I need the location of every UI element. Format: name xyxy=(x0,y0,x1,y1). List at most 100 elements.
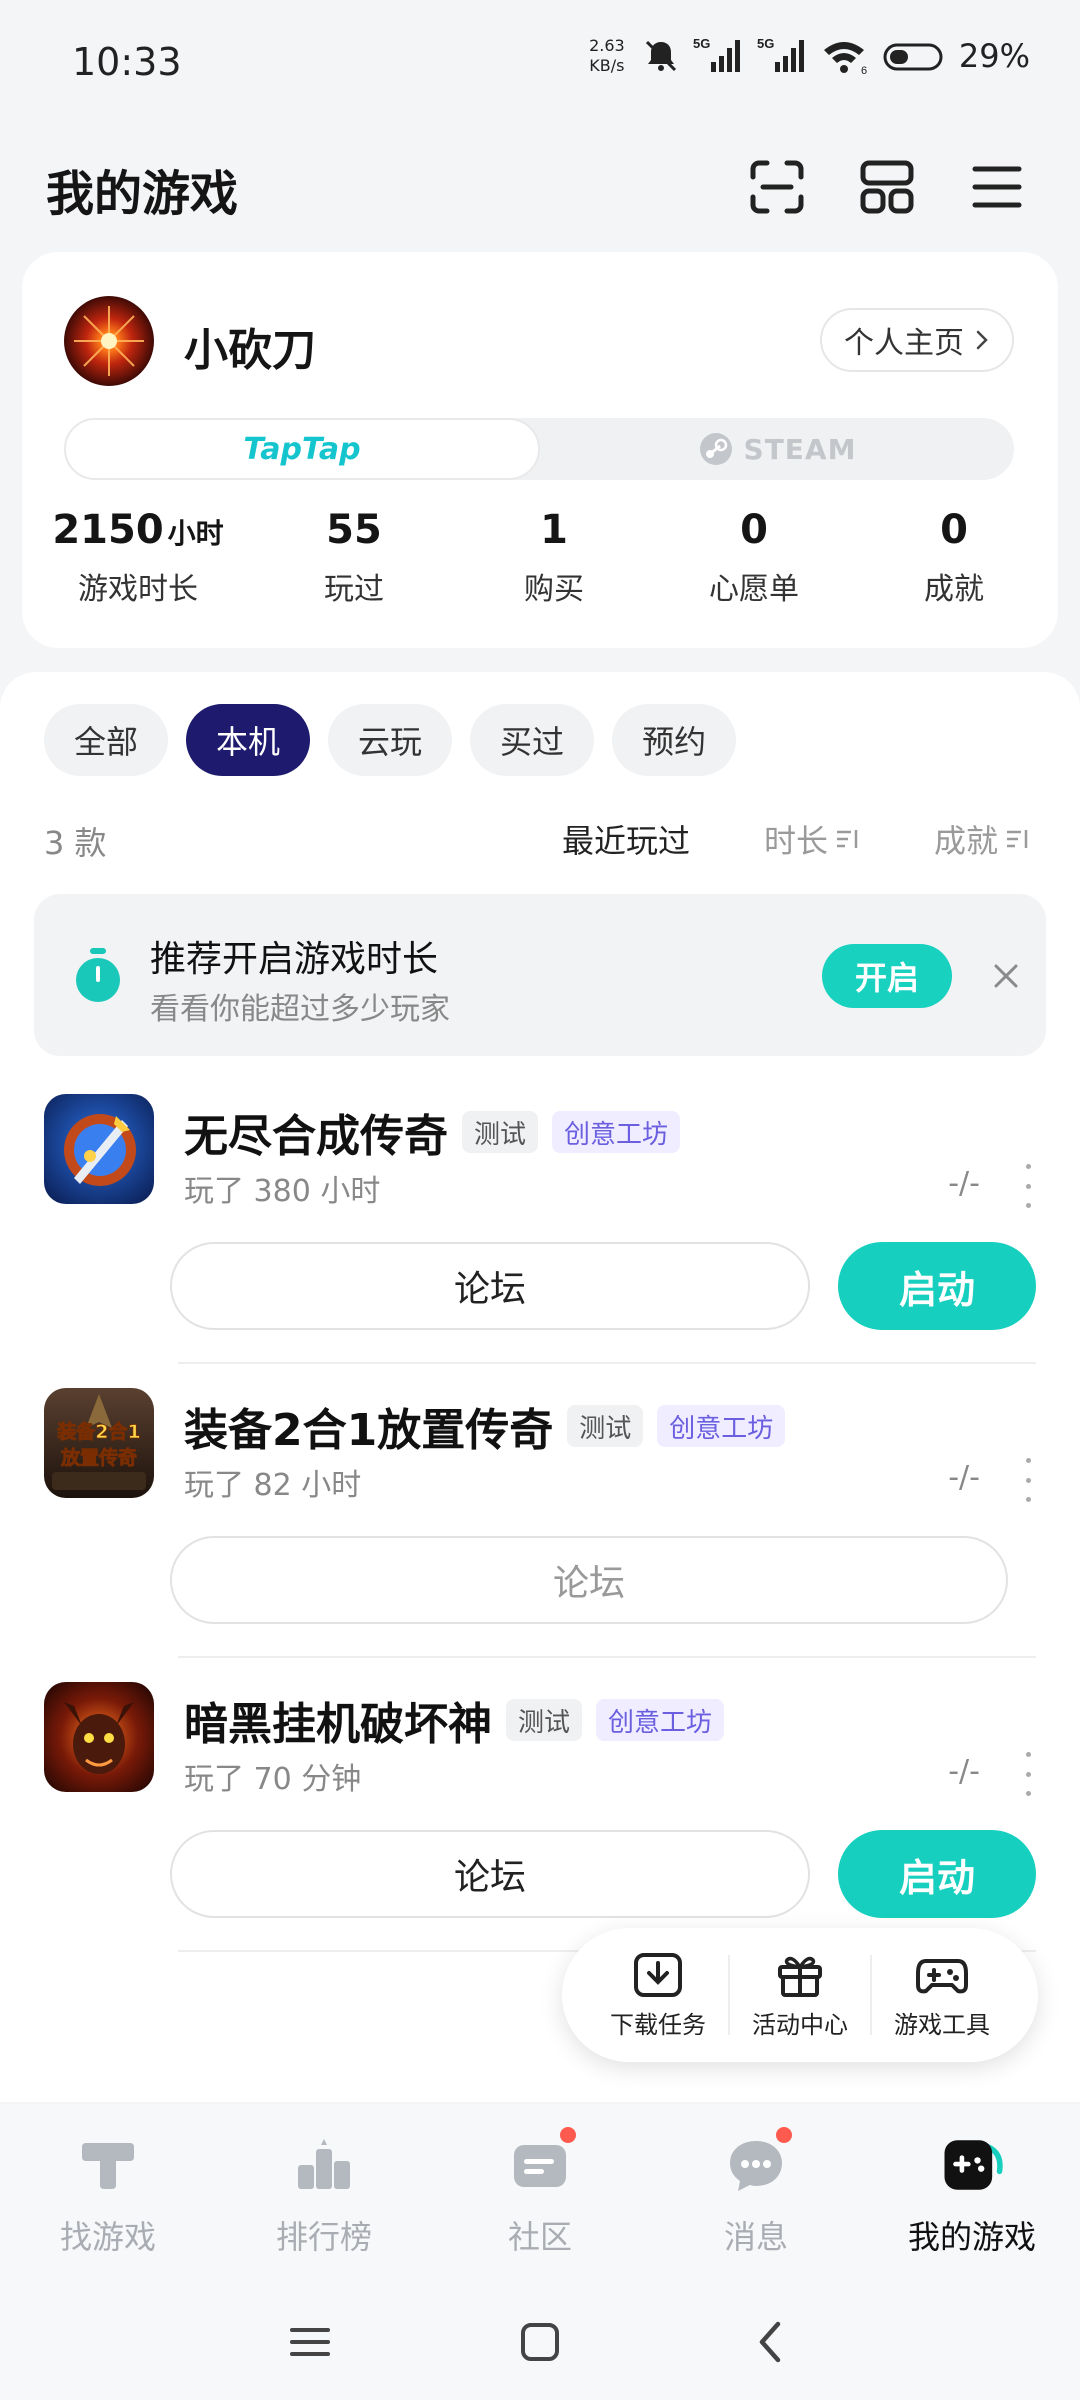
tag-test: 测试 xyxy=(506,1699,583,1741)
game-count: 3 款 xyxy=(44,824,107,862)
launch-button[interactable]: 启动 xyxy=(838,1830,1036,1918)
grid-view-button[interactable] xyxy=(854,154,920,220)
stats-row: 2150 小时 游戏时长 55 玩过 1 购买 0 心愿单 0 成就 xyxy=(22,502,1058,608)
notification-badge xyxy=(773,2124,795,2146)
download-icon xyxy=(634,1952,682,1997)
status-time: 10:33 xyxy=(72,40,182,84)
stat-wishlist[interactable]: 0 心愿单 xyxy=(654,502,854,608)
signal-icon: 5G xyxy=(757,36,809,76)
chevron-right-icon xyxy=(976,330,988,350)
filter-chip-all[interactable]: 全部 xyxy=(44,704,169,776)
game-icon[interactable] xyxy=(44,1094,154,1204)
sort-playtime[interactable]: 时长 xyxy=(764,816,860,862)
header: 我的游戏 xyxy=(0,150,1080,230)
game-playtime: 玩了 380 小时 xyxy=(184,1174,381,1209)
games-panel: 全部 本机 云玩 买过 预约 3 款 最近玩过 时长 成就 推荐开启游戏时长 看… xyxy=(0,672,1080,2102)
stopwatch-icon xyxy=(68,946,128,1006)
game-achievement-progress: -/- xyxy=(948,1166,980,1201)
tag-workshop[interactable]: 创意工坊 xyxy=(552,1111,681,1153)
game-title-row: 暗黑挂机破坏神 测试 创意工坊 xyxy=(184,1688,725,1752)
back-button[interactable] xyxy=(740,2314,800,2370)
launch-button[interactable]: 启动 xyxy=(838,1242,1036,1330)
menu-icon xyxy=(290,2328,330,2356)
home-button[interactable] xyxy=(510,2314,570,2370)
divider xyxy=(178,1362,1036,1364)
promo-title: 推荐开启游戏时长 xyxy=(150,939,439,980)
menu-button[interactable] xyxy=(964,154,1030,220)
sort-icon xyxy=(1007,830,1028,848)
wifi-badge: 6 xyxy=(861,65,867,76)
nav-community[interactable]: 社区 xyxy=(432,2104,648,2284)
divider xyxy=(178,1656,1036,1658)
mute-bell-icon xyxy=(641,36,681,76)
page-title: 我的游戏 xyxy=(46,166,239,222)
battery-icon xyxy=(883,36,947,76)
close-promo-button[interactable] xyxy=(984,954,1028,998)
signal-icon: 5G xyxy=(693,36,745,76)
forum-button[interactable]: 论坛 xyxy=(170,1536,1008,1624)
enable-playtime-button[interactable]: 开启 xyxy=(822,944,952,1008)
ranking-icon xyxy=(291,2132,357,2198)
filter-chip-local[interactable]: 本机 xyxy=(186,704,311,776)
nav-messages[interactable]: 消息 xyxy=(648,2104,864,2284)
filter-chip-cloud[interactable]: 云玩 xyxy=(328,704,453,776)
steam-icon xyxy=(699,433,732,465)
game-item[interactable]: 无尽合成传奇 测试 创意工坊 玩了 380 小时 -/- 论坛 启动 xyxy=(0,1074,1080,1364)
game-item[interactable]: 装备2合1 放置传奇 装备2合1放置传奇 测试 创意工坊 玩了 82 小时 -/-… xyxy=(0,1368,1080,1658)
game-playtime: 玩了 82 小时 xyxy=(184,1468,362,1503)
platform-toggle: TapTap STEAM xyxy=(64,418,1014,480)
stat-achievements[interactable]: 0 成就 xyxy=(854,502,1054,608)
more-options-icon[interactable] xyxy=(1018,1458,1038,1502)
game-tools-button[interactable]: 游戏工具 xyxy=(872,1951,1012,2040)
home-square-icon xyxy=(521,2323,559,2361)
game-icon[interactable] xyxy=(44,1682,154,1792)
scan-button[interactable] xyxy=(744,154,810,220)
status-bar: 10:33 2.63 KB/s 5G 5G 6 29% xyxy=(0,0,1080,128)
game-title-row: 装备2合1放置传奇 测试 创意工坊 xyxy=(184,1394,786,1458)
back-arrow-icon xyxy=(759,2321,781,2363)
system-navigation-bar xyxy=(0,2284,1080,2400)
gamepad-icon xyxy=(916,1958,968,1993)
game-achievement-progress: -/- xyxy=(948,1460,980,1495)
profile-page-link[interactable]: 个人主页 xyxy=(820,308,1014,372)
network-speed: 2.63 KB/s xyxy=(589,36,625,75)
avatar[interactable] xyxy=(64,296,154,386)
download-tasks-button[interactable]: 下载任务 xyxy=(588,1951,728,2040)
activity-center-button[interactable]: 活动中心 xyxy=(730,1951,870,2040)
sort-achievements[interactable]: 成就 xyxy=(934,816,1030,862)
more-options-icon[interactable] xyxy=(1018,1164,1038,1208)
scan-icon xyxy=(750,160,804,214)
status-indicators: 2.63 KB/s 5G 5G 6 29% xyxy=(585,36,1030,76)
close-icon xyxy=(994,964,1018,988)
tab-taptap[interactable]: TapTap xyxy=(64,418,540,480)
wifi-icon: 6 xyxy=(821,36,871,76)
tab-steam[interactable]: STEAM xyxy=(540,418,1014,480)
game-icon-text-line-1: 装备2合1 xyxy=(56,1420,140,1443)
game-title: 暗黑挂机破坏神 xyxy=(184,1699,492,1750)
stat-played[interactable]: 55 玩过 xyxy=(254,502,454,608)
username: 小砍刀 xyxy=(184,325,316,376)
tag-workshop[interactable]: 创意工坊 xyxy=(657,1405,786,1447)
more-options-icon[interactable] xyxy=(1018,1752,1038,1796)
quick-tools: 下载任务 活动中心 游戏工具 xyxy=(562,1928,1038,2062)
game-item[interactable]: 暗黑挂机破坏神 测试 创意工坊 玩了 70 分钟 -/- 论坛 启动 xyxy=(0,1662,1080,1952)
nav-my-games[interactable]: 我的游戏 xyxy=(864,2104,1080,2284)
forum-button[interactable]: 论坛 xyxy=(170,1830,810,1918)
signal-2-label: 5G xyxy=(757,36,774,51)
game-achievement-progress: -/- xyxy=(948,1754,980,1789)
message-icon xyxy=(723,2124,795,2198)
filter-chip-purchased[interactable]: 买过 xyxy=(470,704,595,776)
nav-ranking[interactable]: 排行榜 xyxy=(216,2104,432,2284)
stat-playtime[interactable]: 2150 小时 游戏时长 xyxy=(22,502,254,608)
notification-badge xyxy=(557,2124,579,2146)
nav-find-games[interactable]: 找游戏 xyxy=(0,2104,216,2284)
playtime-promo-banner: 推荐开启游戏时长 看看你能超过多少玩家 开启 xyxy=(34,894,1046,1056)
game-title: 无尽合成传奇 xyxy=(184,1111,448,1162)
game-icon[interactable]: 装备2合1 放置传奇 xyxy=(44,1388,154,1498)
tag-workshop[interactable]: 创意工坊 xyxy=(596,1699,725,1741)
forum-button[interactable]: 论坛 xyxy=(170,1242,810,1330)
stat-purchased[interactable]: 1 购买 xyxy=(454,502,654,608)
recent-apps-button[interactable] xyxy=(280,2314,340,2370)
sort-recent[interactable]: 最近玩过 xyxy=(562,816,690,862)
filter-chip-reserved[interactable]: 预约 xyxy=(612,704,737,776)
